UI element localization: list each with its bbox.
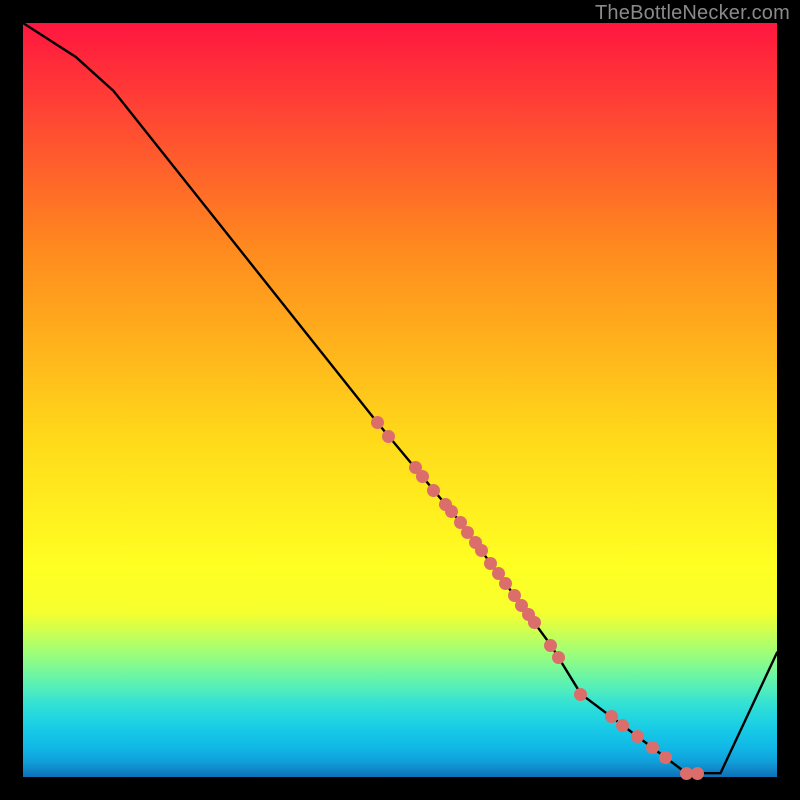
bottleneck-curve (23, 23, 777, 777)
bottleneck-heatmap-plot (23, 23, 777, 777)
stage: TheBottleNecker.com (0, 0, 800, 800)
curve-dot (691, 767, 704, 780)
watermark-text: TheBottleNecker.com (595, 2, 790, 25)
curve-dot (574, 688, 587, 701)
curve-dot (528, 616, 541, 629)
curve-dot (616, 719, 629, 732)
curve-dot (631, 730, 644, 743)
curve-dot (445, 505, 458, 518)
curve-dot (544, 639, 557, 652)
curve-dot (659, 751, 672, 764)
curve-dot (605, 710, 618, 723)
curve-dot (382, 430, 395, 443)
curve-dot (371, 416, 384, 429)
curve-dot (552, 651, 565, 664)
